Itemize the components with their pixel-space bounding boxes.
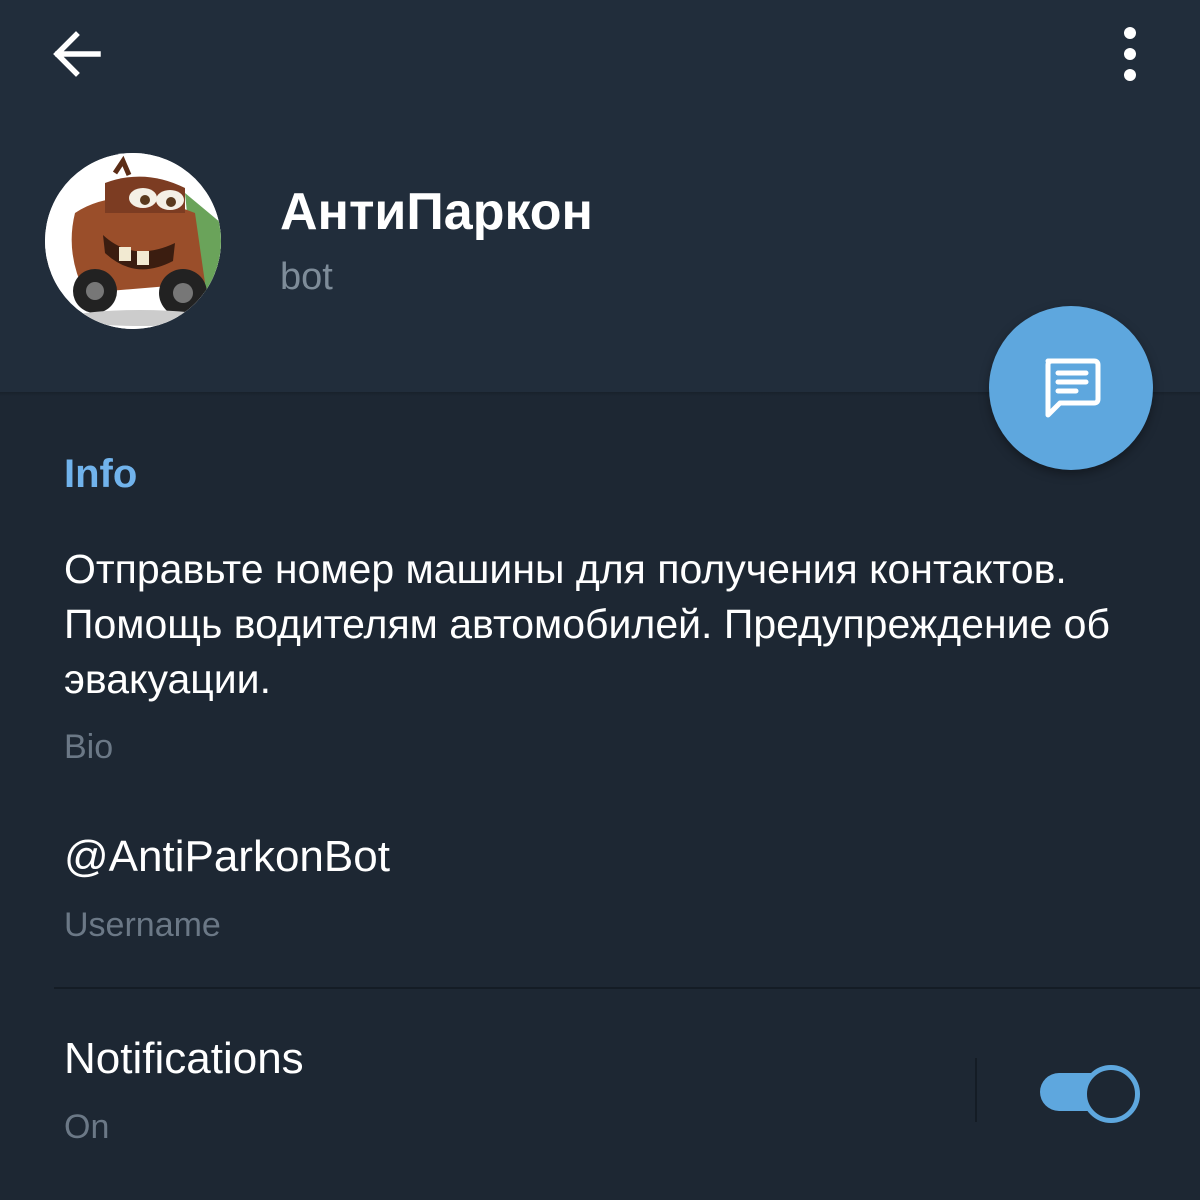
- notifications-toggle[interactable]: [1036, 1062, 1140, 1123]
- notifications-status: On: [64, 1108, 110, 1146]
- send-message-button[interactable]: [989, 306, 1153, 470]
- username-label: Username: [64, 906, 221, 944]
- vertical-separator: [975, 1058, 977, 1122]
- bot-profile-screen: АнтиПаркон bot Info Отправьте номер маши…: [0, 0, 1200, 1200]
- back-button[interactable]: [40, 22, 112, 86]
- bio-label: Bio: [64, 728, 114, 766]
- more-vertical-icon: [1124, 27, 1136, 81]
- bio-value[interactable]: Отправьте номер машины для получения кон…: [64, 542, 1144, 707]
- more-menu-button[interactable]: [1098, 22, 1162, 86]
- avatar[interactable]: [45, 153, 221, 329]
- profile-status: bot: [280, 256, 333, 298]
- toggle-thumb: [1082, 1065, 1140, 1123]
- notifications-row[interactable]: Notifications On: [0, 990, 1200, 1190]
- notifications-title: Notifications: [64, 1034, 304, 1083]
- divider: [54, 987, 1200, 989]
- username-value[interactable]: @AntiParkonBot: [64, 832, 390, 882]
- profile-name: АнтиПаркон: [280, 183, 593, 241]
- info-section-title: Info: [64, 452, 138, 496]
- avatar-image: [45, 153, 221, 329]
- message-icon: [1045, 358, 1101, 418]
- arrow-left-icon: [53, 31, 101, 77]
